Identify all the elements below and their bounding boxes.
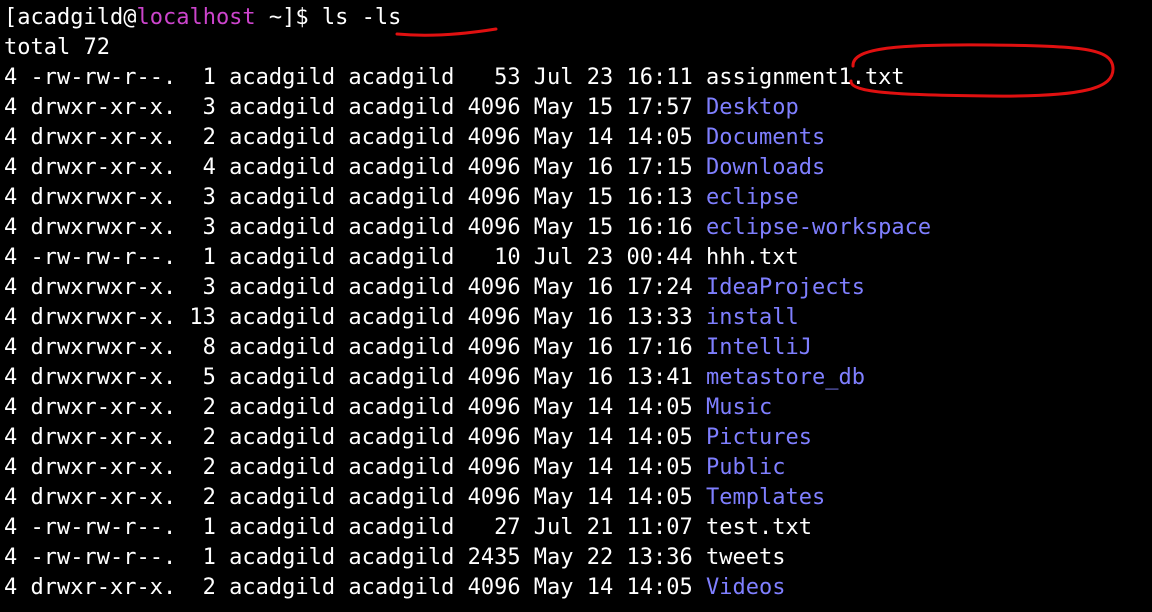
listing-row: 4 drwxr-xr-x. 2 acadgild acadgild 4096 M… [4,573,931,603]
file-name: test.txt [706,515,812,540]
entry-details: 4 drwxr-xr-x. 4 acadgild acadgild 4096 M… [4,155,706,180]
listing-row: 4 -rw-rw-r--. 1 acadgild acadgild 10 Jul… [4,243,931,273]
listing-row: 4 drwxr-xr-x. 2 acadgild acadgild 4096 M… [4,423,931,453]
directory-name: Videos [706,575,786,600]
directory-name: Templates [706,485,826,510]
listing-row: 4 -rw-rw-r--. 1 acadgild acadgild 27 Jul… [4,513,931,543]
listing-row: 4 -rw-rw-r--. 1 acadgild acadgild 2435 M… [4,543,931,573]
directory-name: Desktop [706,95,799,120]
listing-row: 4 drwxrwxr-x. 3 acadgild acadgild 4096 M… [4,273,931,303]
terminal-window[interactable]: [acadgild@localhost ~]$ ls -ls total 72 4 … [0,0,1152,612]
directory-name: Public [706,455,786,480]
listing-row: 4 drwxr-xr-x. 2 acadgild acadgild 4096 M… [4,483,931,513]
entry-details: 4 -rw-rw-r--. 1 acadgild acadgild 10 Jul… [4,245,706,270]
listing-row: 4 drwxrwxr-x. 8 acadgild acadgild 4096 M… [4,333,931,363]
listing-row: 4 drwxr-xr-x. 2 acadgild acadgild 4096 M… [4,123,931,153]
entry-details: 4 drwxrwxr-x. 3 acadgild acadgild 4096 M… [4,215,706,240]
entry-details: 4 -rw-rw-r--. 1 acadgild acadgild 53 Jul… [4,65,706,90]
entry-details: 4 drwxr-xr-x. 2 acadgild acadgild 4096 M… [4,395,706,420]
directory-name: Music [706,395,773,420]
entry-details: 4 drwxr-xr-x. 2 acadgild acadgild 4096 M… [4,425,706,450]
listing-row: 4 drwxr-xr-x. 3 acadgild acadgild 4096 M… [4,93,931,123]
file-name: hhh.txt [706,245,799,270]
file-name: tweets [706,545,786,570]
entry-details: 4 drwxrwxr-x. 8 acadgild acadgild 4096 M… [4,335,706,360]
directory-name: eclipse [706,185,799,210]
listing-row: 4 drwxrwxr-x. 3 acadgild acadgild 4096 M… [4,213,931,243]
entry-details: 4 drwxrwxr-x. 5 acadgild acadgild 4096 M… [4,365,706,390]
entry-details: 4 drwxrwxr-x. 13 acadgild acadgild 4096 … [4,305,706,330]
listing-row: 4 -rw-rw-r--. 1 acadgild acadgild 53 Jul… [4,63,931,93]
directory-name: eclipse-workspace [706,215,932,240]
prompt-bracket: [ [4,5,18,30]
directory-name: IntelliJ [706,335,812,360]
entry-details: 4 drwxr-xr-x. 3 acadgild acadgild 4096 M… [4,95,706,120]
prompt-suffix: ~]$ [255,5,322,30]
listing-row: 4 drwxrwxr-x. 5 acadgild acadgild 4096 M… [4,363,931,393]
directory-name: metastore_db [706,365,865,390]
entry-details: 4 drwxr-xr-x. 2 acadgild acadgild 4096 M… [4,125,706,150]
entry-details: 4 drwxr-xr-x. 2 acadgild acadgild 4096 M… [4,485,706,510]
prompt-user: acadgild [17,5,124,30]
prompt-line: [acadgild@localhost ~]$ ls -ls [4,3,931,33]
total-line: total 72 [4,35,110,60]
listing-entries: 4 -rw-rw-r--. 1 acadgild acadgild 53 Jul… [4,63,931,603]
directory-name: Downloads [706,155,826,180]
terminal-output: [acadgild@localhost ~]$ ls -ls total 72 4 … [4,3,931,603]
listing-row: 4 drwxr-xr-x. 4 acadgild acadgild 4096 M… [4,153,931,183]
entry-details: 4 -rw-rw-r--. 1 acadgild acadgild 2435 M… [4,545,706,570]
entry-details: 4 drwxrwxr-x. 3 acadgild acadgild 4096 M… [4,185,706,210]
prompt-command: ls -ls [321,5,402,30]
prompt-host: localhost [136,5,256,30]
directory-name: IdeaProjects [706,275,865,300]
prompt-at: @ [123,5,137,30]
directory-name: install [706,305,799,330]
entry-details: 4 drwxr-xr-x. 2 acadgild acadgild 4096 M… [4,455,706,480]
listing-row: 4 drwxr-xr-x. 2 acadgild acadgild 4096 M… [4,453,931,483]
entry-details: 4 -rw-rw-r--. 1 acadgild acadgild 27 Jul… [4,515,706,540]
entry-details: 4 drwxrwxr-x. 3 acadgild acadgild 4096 M… [4,275,706,300]
directory-name: Pictures [706,425,812,450]
file-name: assignment1.txt [706,65,905,90]
directory-name: Documents [706,125,826,150]
listing-row: 4 drwxrwxr-x. 13 acadgild acadgild 4096 … [4,303,931,333]
listing-row: 4 drwxrwxr-x. 3 acadgild acadgild 4096 M… [4,183,931,213]
listing-row: 4 drwxr-xr-x. 2 acadgild acadgild 4096 M… [4,393,931,423]
entry-details: 4 drwxr-xr-x. 2 acadgild acadgild 4096 M… [4,575,706,600]
